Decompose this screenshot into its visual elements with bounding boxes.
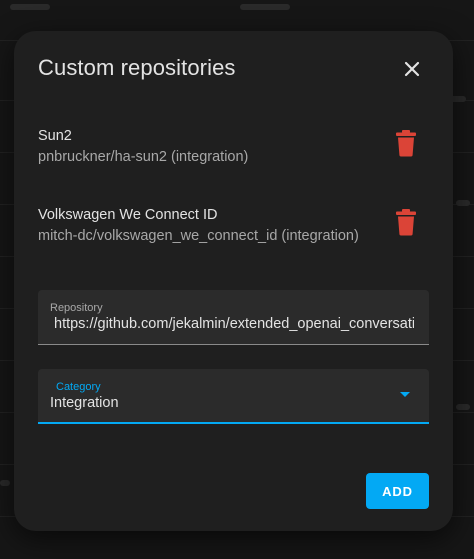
trash-icon (396, 209, 416, 236)
repository-list-item: Sun2 pnbruckner/ha-sun2 (integration) (38, 128, 433, 172)
background-text-blur (0, 480, 10, 486)
repository-name: Sun2 (38, 128, 72, 144)
custom-repositories-dialog: Custom repositories Sun2 pnbruckner/ha-s… (14, 31, 453, 531)
repository-field-label: Repository (50, 302, 103, 314)
dropdown-arrow-icon[interactable] (400, 392, 410, 397)
repository-name: Volkswagen We Connect ID (38, 207, 218, 223)
category-selected-value: Integration (50, 395, 119, 411)
repository-path: mitch-dc/volkswagen_we_connect_id (integ… (38, 228, 359, 244)
trash-icon (396, 130, 416, 157)
background-text-blur (456, 200, 470, 206)
repository-url-input[interactable] (54, 316, 414, 332)
close-button[interactable] (398, 55, 426, 83)
background-text-blur (240, 4, 290, 10)
repository-list-item: Volkswagen We Connect ID mitch-dc/volksw… (38, 207, 433, 251)
delete-repository-button[interactable] (391, 128, 421, 158)
category-field-label: Category (56, 381, 101, 393)
repository-path: pnbruckner/ha-sun2 (integration) (38, 149, 249, 165)
close-icon (404, 61, 420, 77)
add-button[interactable]: ADD (366, 473, 429, 509)
repository-url-field[interactable]: Repository (38, 290, 429, 345)
dialog-title: Custom repositories (38, 55, 236, 80)
delete-repository-button[interactable] (391, 207, 421, 237)
background-text-blur (456, 404, 470, 410)
category-select[interactable]: Category Integration (38, 369, 429, 424)
background-text-blur (10, 4, 50, 10)
